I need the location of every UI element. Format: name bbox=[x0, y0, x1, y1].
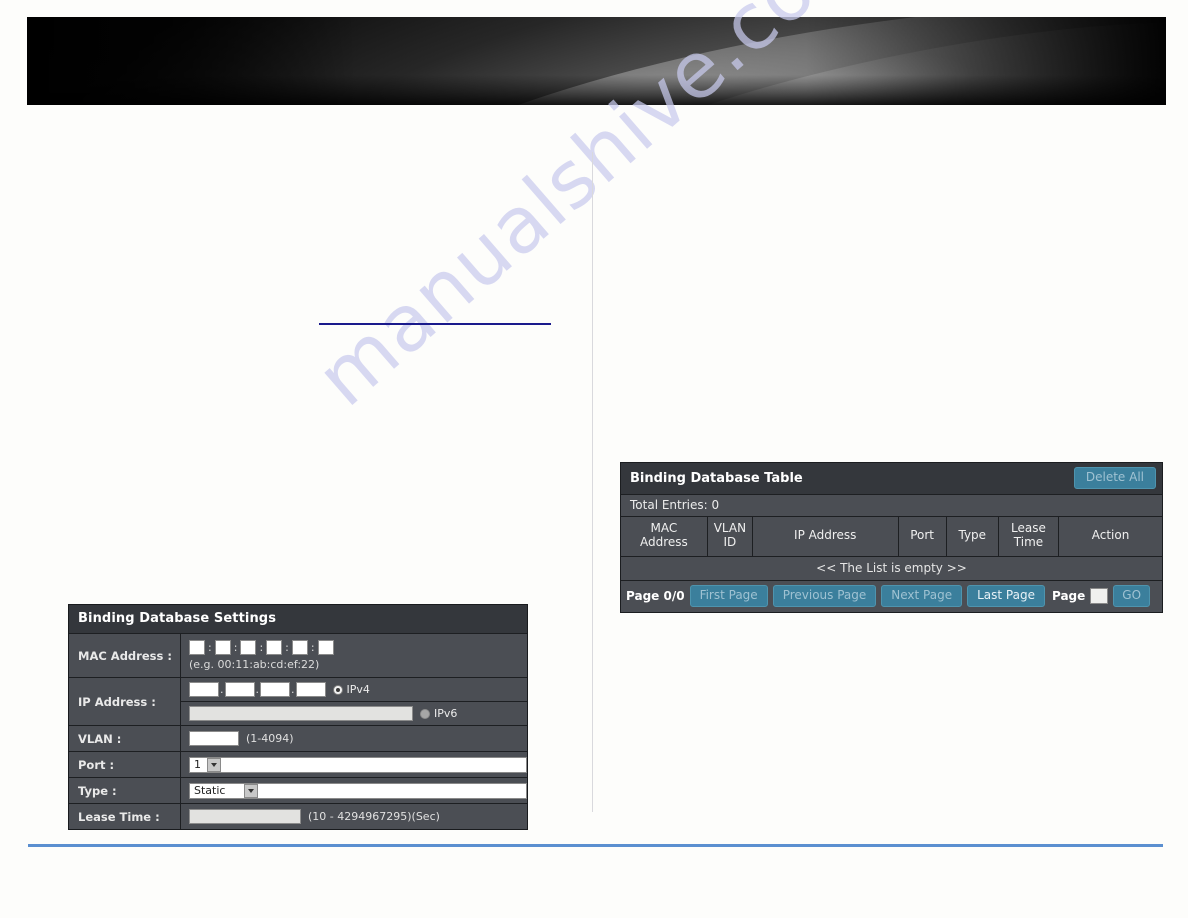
column-header-lease-time: Lease Time bbox=[998, 517, 1060, 557]
column-divider bbox=[592, 152, 593, 812]
mac-octet-input-6[interactable] bbox=[317, 640, 334, 655]
column-header-type: Type bbox=[946, 517, 999, 557]
ipv4-octet-input-4[interactable] bbox=[295, 682, 326, 697]
mac-octet-input-1[interactable] bbox=[189, 640, 205, 655]
binding-database-settings-panel: Binding Database Settings MAC Address : … bbox=[68, 604, 528, 830]
heading-underline-rule bbox=[319, 323, 551, 325]
banner-shadow-bottom bbox=[27, 75, 1166, 105]
column-header-vlan-id: VLAN ID bbox=[707, 517, 753, 557]
lease-time-label: Lease Time : bbox=[69, 804, 181, 829]
column-header-mac-address: MAC Address bbox=[621, 517, 708, 557]
mac-address-field-group: : : : : : (e.g. 00:11:ab:cd:ef:22) bbox=[181, 634, 527, 677]
vlan-label: VLAN : bbox=[69, 726, 181, 751]
mac-address-label: MAC Address : bbox=[69, 634, 181, 677]
ipv4-field-row: . . . IPv4 bbox=[181, 678, 527, 702]
chevron-down-icon bbox=[244, 783, 258, 798]
type-field-group: Static bbox=[181, 778, 527, 803]
settings-panel-title: Binding Database Settings bbox=[69, 605, 527, 634]
settings-row-port: Port : 1 bbox=[69, 752, 527, 778]
mac-separator-4: : bbox=[285, 641, 289, 654]
table-panel-title: Binding Database Table bbox=[630, 470, 803, 486]
table-panel-header: Binding Database Table Delete All bbox=[621, 463, 1162, 496]
lease-time-range-hint: (10 - 4294967295)(Sec) bbox=[308, 810, 440, 823]
ipv6-radio-button[interactable] bbox=[420, 708, 430, 719]
settings-row-mac-address: MAC Address : : : : : : (e.g. 00:11:ab:c… bbox=[69, 634, 527, 678]
delete-all-button[interactable]: Delete All bbox=[1073, 467, 1156, 490]
mac-separator-5: : bbox=[310, 641, 315, 654]
binding-database-table: MAC Address VLAN ID IP Address Port Type L… bbox=[621, 517, 1162, 581]
table-empty-row: << The List is empty >> bbox=[621, 556, 1162, 581]
ipv4-octet-input-3[interactable] bbox=[260, 682, 290, 697]
product-header-banner bbox=[27, 17, 1166, 105]
previous-page-button[interactable]: Previous Page bbox=[772, 584, 877, 607]
ipv4-radio-label: IPv4 bbox=[346, 683, 370, 696]
page-number-input[interactable] bbox=[1090, 587, 1109, 604]
ipv4-radio-button[interactable] bbox=[332, 684, 343, 695]
mac-octet-input-3[interactable] bbox=[240, 640, 257, 655]
binding-database-table-panel: Binding Database Table Delete All Total … bbox=[620, 462, 1163, 613]
port-select-value: 1 bbox=[194, 758, 201, 771]
mac-separator-3: : bbox=[259, 641, 264, 654]
type-label: Type : bbox=[69, 778, 181, 803]
vlan-range-hint: (1-4094) bbox=[246, 732, 294, 745]
port-label: Port : bbox=[69, 752, 181, 777]
mac-separator-2: : bbox=[233, 641, 238, 654]
ip-address-label: IP Address : bbox=[69, 678, 181, 725]
ipv6-field-row: IPv6 bbox=[181, 702, 527, 725]
column-header-action: Action bbox=[1058, 517, 1162, 557]
mac-octet-row: : : : : : bbox=[189, 640, 527, 655]
last-page-button[interactable]: Last Page bbox=[967, 584, 1045, 607]
ipv6-radio-label: IPv6 bbox=[434, 707, 458, 720]
lease-time-input[interactable] bbox=[189, 809, 301, 824]
settings-row-ip-address: IP Address : . . . IPv4 IPv6 bbox=[69, 678, 527, 726]
first-page-button[interactable]: First Page bbox=[689, 584, 768, 607]
vlan-field-group: (1-4094) bbox=[181, 726, 527, 751]
port-field-group: 1 bbox=[181, 752, 527, 777]
go-button[interactable]: GO bbox=[1113, 584, 1151, 607]
type-select-value: Static bbox=[194, 784, 226, 797]
page-status-label: Page 0/0 bbox=[626, 588, 685, 603]
next-page-button[interactable]: Next Page bbox=[881, 584, 963, 607]
chevron-down-icon bbox=[207, 757, 221, 772]
mac-address-hint: (e.g. 00:11:ab:cd:ef:22) bbox=[189, 658, 320, 671]
mac-octet-input-2[interactable] bbox=[214, 640, 231, 655]
settings-row-lease-time: Lease Time : (10 - 4294967295)(Sec) bbox=[69, 804, 527, 829]
port-select[interactable]: 1 bbox=[189, 756, 527, 773]
vlan-input[interactable] bbox=[189, 731, 239, 746]
page-input-label: Page bbox=[1051, 588, 1086, 603]
table-header-row: MAC Address VLAN ID IP Address Port Type L… bbox=[621, 517, 1162, 557]
ipv4-octet-input-1[interactable] bbox=[189, 682, 219, 697]
column-header-port: Port bbox=[898, 517, 947, 557]
mac-octet-input-5[interactable] bbox=[291, 640, 308, 655]
settings-row-vlan: VLAN : (1-4094) bbox=[69, 726, 527, 752]
ip-address-field-group: . . . IPv4 IPv6 bbox=[181, 678, 527, 725]
mac-octet-input-4[interactable] bbox=[266, 640, 283, 655]
lease-time-field-group: (10 - 4294967295)(Sec) bbox=[181, 804, 527, 829]
ipv4-octet-input-2[interactable] bbox=[224, 682, 255, 697]
footer-rule bbox=[28, 844, 1163, 847]
total-entries-label: Total Entries: 0 bbox=[621, 495, 1162, 518]
lease-time-field-line: (10 - 4294967295)(Sec) bbox=[189, 809, 527, 824]
table-pagination-bar: Page 0/0 First Page Previous Page Next P… bbox=[621, 580, 1162, 612]
mac-separator-1: : bbox=[208, 641, 212, 654]
settings-row-type: Type : Static bbox=[69, 778, 527, 804]
ipv6-address-input[interactable] bbox=[189, 706, 413, 721]
empty-list-message: << The List is empty >> bbox=[621, 556, 1162, 581]
column-header-ip-address: IP Address bbox=[752, 517, 899, 557]
vlan-field-line: (1-4094) bbox=[189, 731, 527, 746]
type-select[interactable]: Static bbox=[189, 782, 527, 799]
